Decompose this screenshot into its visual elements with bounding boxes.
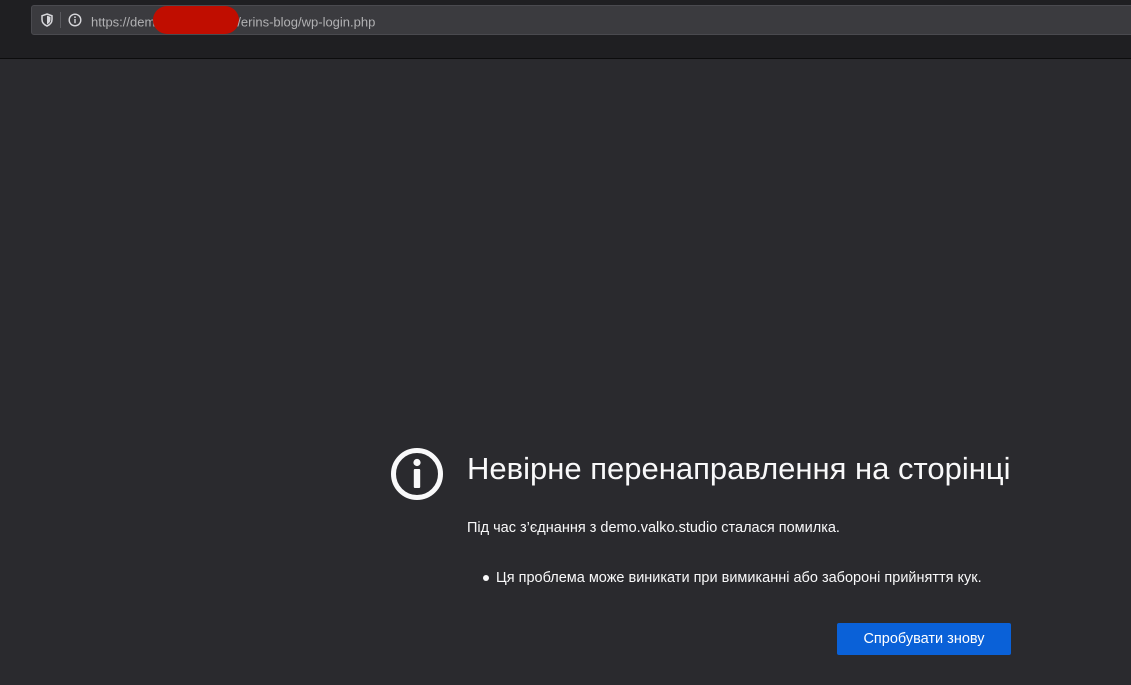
url-suffix: /erins-blog/wp-login.php bbox=[237, 14, 376, 30]
url-bar[interactable]: https://dem/erins-blog/wp-login.php bbox=[31, 5, 1131, 35]
error-title: Невірне перенаправлення на сторінці bbox=[467, 451, 1011, 486]
info-icon[interactable] bbox=[68, 13, 82, 27]
error-page bbox=[0, 60, 1131, 685]
bullet-icon bbox=[483, 575, 489, 581]
url-prefix: https://dem bbox=[91, 14, 156, 30]
shield-icon[interactable] bbox=[40, 13, 54, 27]
list-item: Ця проблема може виникати при вимиканні … bbox=[483, 568, 982, 588]
url-bar-separator bbox=[60, 12, 61, 28]
error-hints: Ця проблема може виникати при вимиканні … bbox=[483, 568, 982, 588]
try-again-button[interactable]: Спробувати знову bbox=[837, 623, 1011, 655]
info-circle-icon bbox=[390, 447, 444, 501]
error-description: Під час з’єднання з demo.valko.studio ст… bbox=[467, 520, 840, 536]
hint-text: Ця проблема може виникати при вимиканні … bbox=[496, 570, 982, 586]
redaction-mark bbox=[153, 6, 240, 34]
url-text[interactable]: https://dem/erins-blog/wp-login.php bbox=[91, 6, 376, 34]
browser-toolbar: https://dem/erins-blog/wp-login.php bbox=[0, 0, 1131, 59]
